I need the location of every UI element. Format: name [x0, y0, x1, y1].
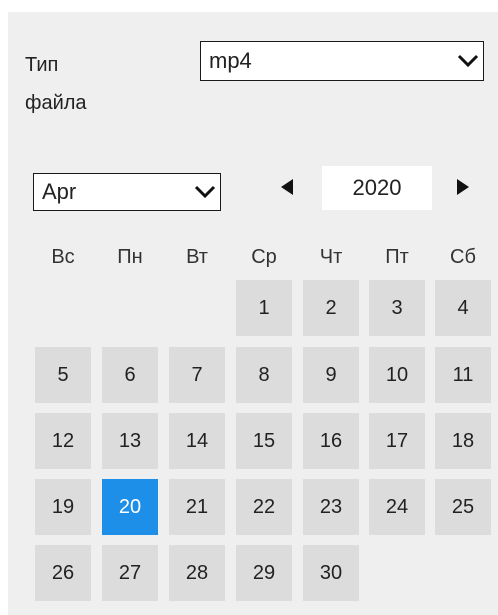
weekday-label: Пт: [369, 246, 425, 269]
triangle-left-icon: [280, 178, 294, 196]
calendar-day[interactable]: 22: [236, 479, 292, 535]
calendar-day[interactable]: 19: [35, 479, 91, 535]
weekday-label: Вт: [169, 246, 225, 269]
calendar-day[interactable]: 13: [102, 413, 158, 469]
calendar-day[interactable]: 27: [102, 545, 158, 601]
calendar-day[interactable]: 5: [35, 347, 91, 403]
file-type-label-line2: файла: [25, 84, 87, 122]
calendar-day[interactable]: 6: [102, 347, 158, 403]
weekday-label: Пн: [102, 246, 158, 269]
calendar-day[interactable]: 2: [303, 280, 359, 336]
calendar-day[interactable]: 23: [303, 479, 359, 535]
calendar-day[interactable]: 1: [236, 280, 292, 336]
calendar-day[interactable]: 29: [236, 545, 292, 601]
calendar-day[interactable]: 24: [369, 479, 425, 535]
chevron-down-icon: [453, 42, 483, 80]
chevron-down-icon: [190, 174, 220, 210]
weekday-label: Сб: [435, 246, 491, 269]
file-type-value: mp4: [201, 48, 453, 74]
calendar-day[interactable]: 4: [435, 280, 491, 336]
weekday-label: Чт: [303, 246, 359, 269]
calendar-day-selected[interactable]: 20: [102, 479, 158, 535]
calendar-day[interactable]: 18: [435, 413, 491, 469]
next-year-button[interactable]: [451, 172, 475, 202]
calendar-day[interactable]: 3: [369, 280, 425, 336]
calendar-day[interactable]: 25: [435, 479, 491, 535]
calendar-day[interactable]: 17: [369, 413, 425, 469]
month-select[interactable]: Apr: [33, 173, 221, 211]
calendar-day[interactable]: 7: [169, 347, 225, 403]
weekday-label: Ср: [236, 246, 292, 269]
calendar-day[interactable]: 30: [303, 545, 359, 601]
weekday-label: Вс: [35, 246, 91, 269]
calendar-day[interactable]: 28: [169, 545, 225, 601]
calendar-day[interactable]: 9: [303, 347, 359, 403]
month-value: Apr: [34, 179, 190, 205]
calendar-day[interactable]: 26: [35, 545, 91, 601]
file-type-select[interactable]: mp4: [200, 41, 484, 81]
file-type-label-line1: Тип: [25, 46, 87, 84]
calendar-day[interactable]: 8: [236, 347, 292, 403]
calendar-day[interactable]: 11: [435, 347, 491, 403]
year-display: 2020: [322, 166, 432, 210]
triangle-right-icon: [456, 178, 470, 196]
calendar-day[interactable]: 15: [236, 413, 292, 469]
calendar-day[interactable]: 10: [369, 347, 425, 403]
calendar-day[interactable]: 14: [169, 413, 225, 469]
prev-year-button[interactable]: [275, 172, 299, 202]
calendar-day[interactable]: 21: [169, 479, 225, 535]
calendar-day[interactable]: 16: [303, 413, 359, 469]
file-type-label: Тип файла: [25, 46, 87, 122]
calendar-day[interactable]: 12: [35, 413, 91, 469]
